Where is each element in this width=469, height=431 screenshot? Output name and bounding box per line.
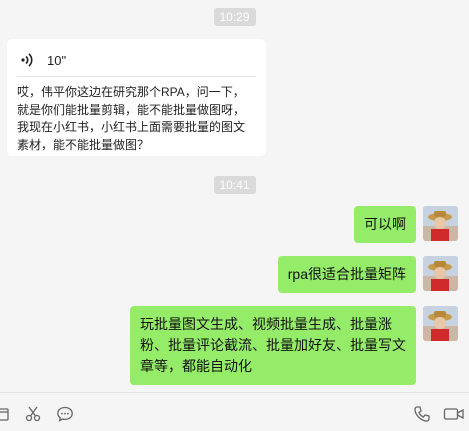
phone-icon[interactable]	[413, 405, 431, 423]
video-call-icon[interactable]	[443, 405, 465, 423]
divider	[17, 76, 256, 77]
chat-area: 10:29 10" 哎，伟平你这边在研究那个RPA，问一下，就是你们能批量剪辑，…	[0, 0, 469, 392]
input-toolbar	[0, 392, 469, 431]
voice-row[interactable]: 10"	[19, 47, 254, 73]
avatar-image	[423, 306, 458, 341]
avatar-image	[423, 256, 458, 291]
outgoing-message-row: 玩批量图文生成、视频批量生成、批量涨粉、批量评论截流、批量加好友、批量写文章等，…	[130, 306, 458, 385]
outgoing-message-bubble[interactable]: 可以啊	[354, 206, 416, 243]
outgoing-message-row: rpa很适合批量矩阵	[277, 256, 458, 293]
outgoing-message-bubble[interactable]: rpa很适合批量矩阵	[277, 256, 416, 293]
chat-icon[interactable]	[56, 405, 74, 423]
incoming-voice-message[interactable]: 10" 哎，伟平你这边在研究那个RPA，问一下，就是你们能批量剪辑，能不能批量做…	[7, 39, 266, 156]
voice-wave-icon	[21, 53, 33, 67]
outgoing-message-bubble[interactable]: 玩批量图文生成、视频批量生成、批量涨粉、批量评论截流、批量加好友、批量写文章等，…	[130, 306, 416, 385]
outgoing-message-row: 可以啊	[354, 206, 458, 243]
avatar[interactable]	[423, 256, 458, 291]
timestamp: 10:41	[213, 176, 256, 194]
voice-transcript: 哎，伟平你这边在研究那个RPA，问一下，就是你们能批量剪辑，能不能批量做图呀，我…	[17, 85, 246, 152]
timestamp: 10:29	[213, 8, 256, 26]
folder-icon[interactable]	[0, 405, 10, 423]
avatar[interactable]	[423, 206, 458, 241]
avatar-image	[423, 206, 458, 241]
scissors-icon[interactable]	[24, 405, 42, 423]
avatar[interactable]	[423, 306, 458, 341]
voice-duration: 10"	[47, 52, 67, 68]
